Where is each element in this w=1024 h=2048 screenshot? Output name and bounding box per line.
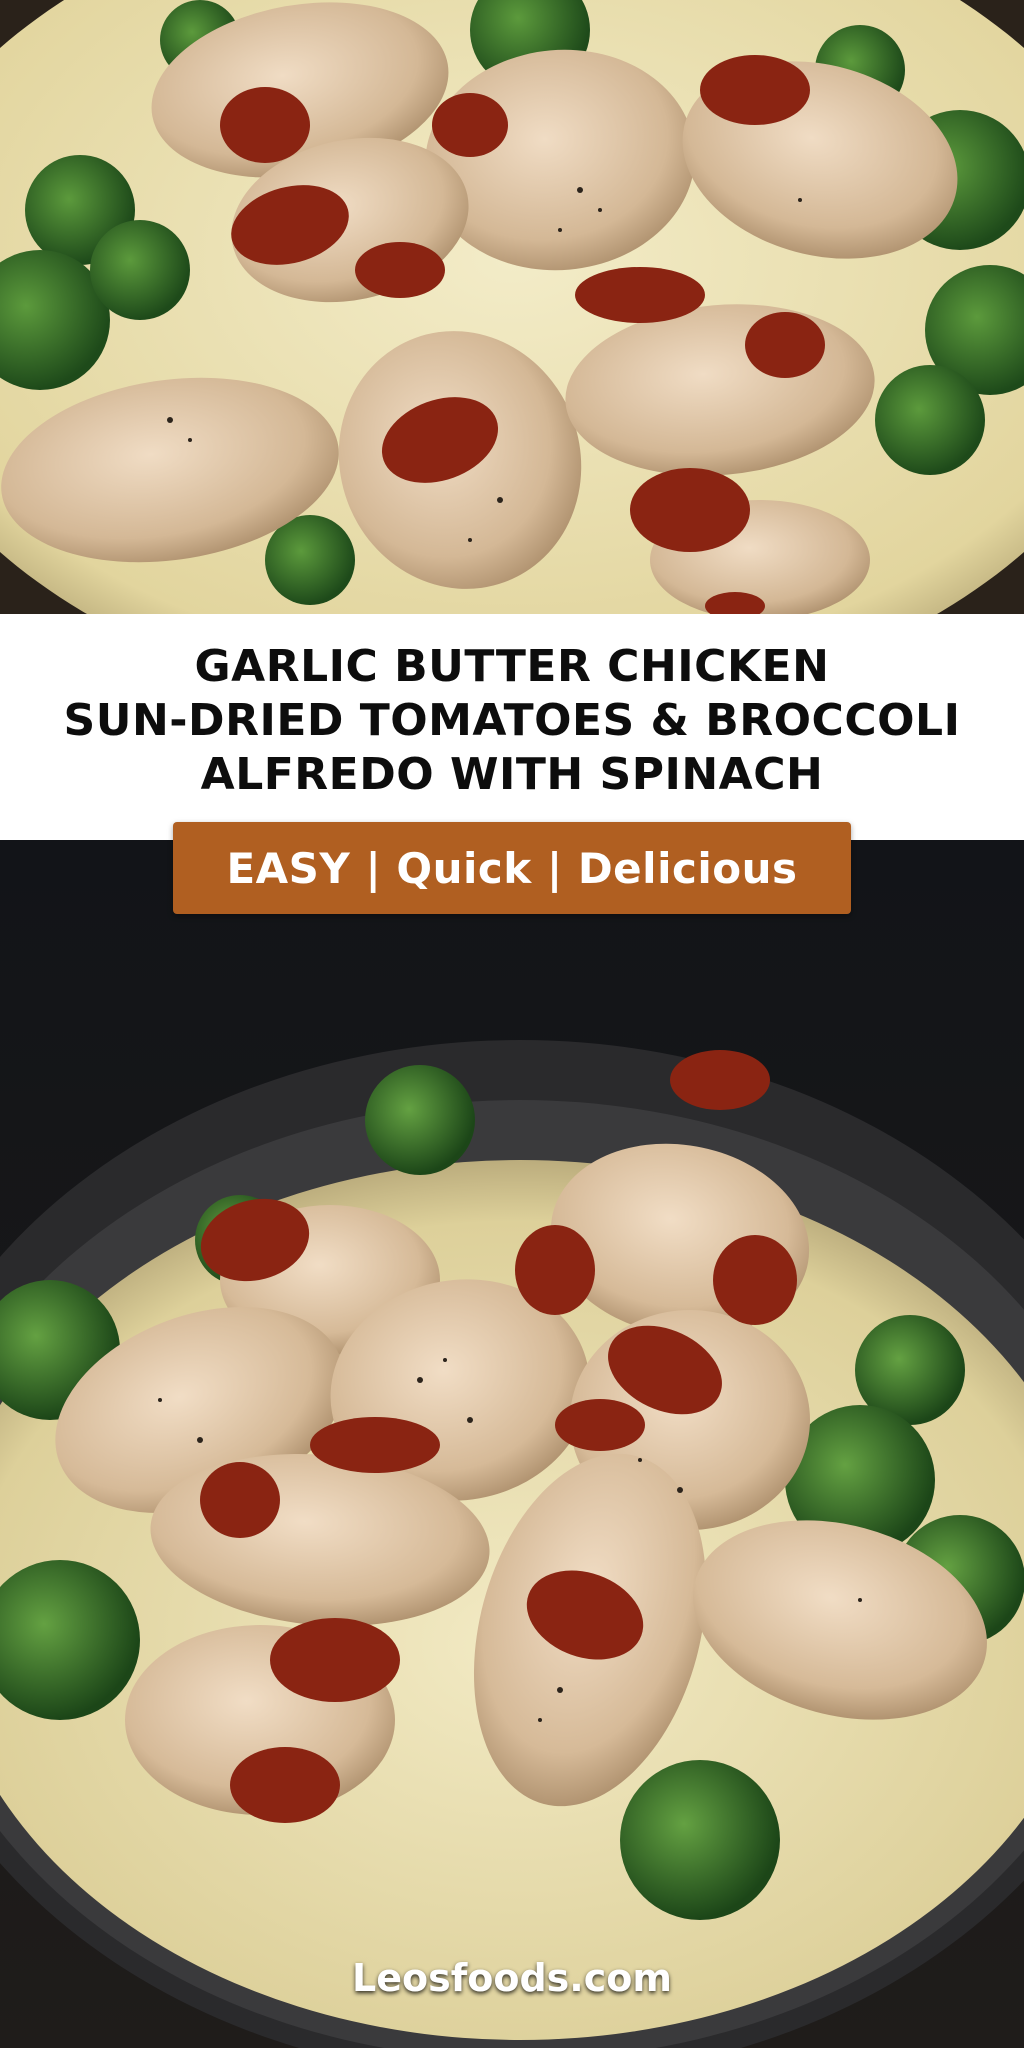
title-line-3: ALFREDO WITH SPINACH [200,749,824,800]
tagline-text: EASY | Quick | Delicious [226,843,798,893]
title-line-2: SUN-DRIED TOMATOES & BROCCOLI [63,695,961,746]
recipe-title: GARLIC BUTTER CHICKEN SUN-DRIED TOMATOES… [0,640,1024,802]
tagline-badge: EASY | Quick | Delicious [173,822,851,914]
title-line-1: GARLIC BUTTER CHICKEN [194,641,830,692]
site-watermark: Leosfoods.com [352,1956,672,2000]
top-food-photo [0,0,1024,614]
bottom-food-photo [0,840,1024,2048]
